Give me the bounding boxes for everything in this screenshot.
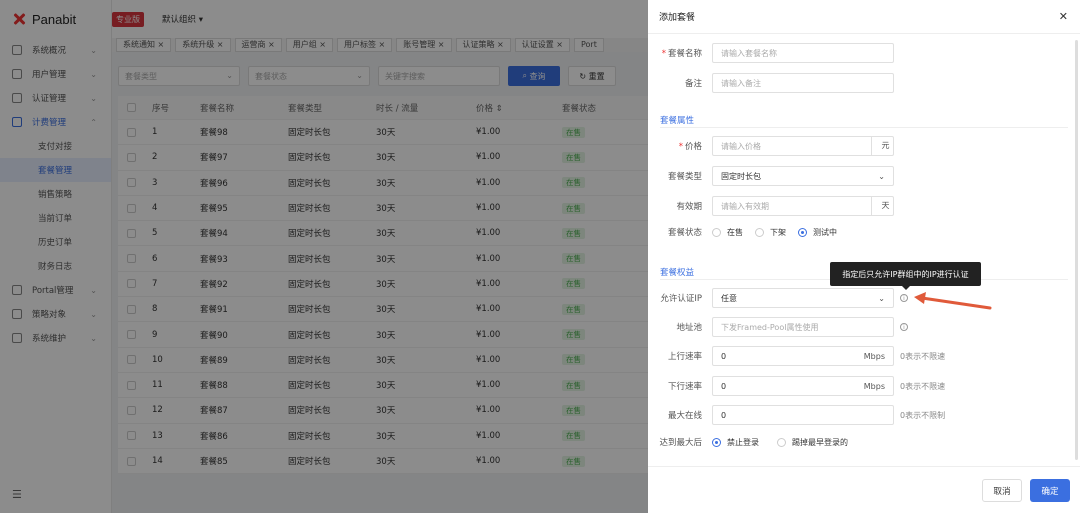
form-row-remark: 备注 请输入备注 <box>648 73 1080 93</box>
field-label: 地址池 <box>676 323 702 333</box>
hint-text: 0表示不限速 <box>900 351 946 361</box>
form-row-status: 套餐状态 在售 下架 测试中 <box>648 226 1080 238</box>
confirm-button[interactable]: 确定 <box>1030 479 1070 502</box>
status-radio-group: 在售 下架 测试中 <box>712 227 837 238</box>
max-online-input[interactable]: 0 <box>712 405 894 425</box>
price-input[interactable]: 请输入价格元 <box>712 136 894 156</box>
section-title-rights: 套餐权益 <box>660 268 695 278</box>
remark-input[interactable]: 请输入备注 <box>712 73 894 93</box>
form-row-max-online: 最大在线 0 0表示不限制 <box>648 405 1080 425</box>
info-icon[interactable]: i <box>900 294 908 302</box>
form-row-validity: 有效期 请输入有效期天 <box>648 196 1080 216</box>
download-rate-input[interactable]: 0 Mbps <box>712 376 894 396</box>
validity-unit: 天 <box>871 197 893 215</box>
rate-unit: Mbps <box>863 351 885 361</box>
tooltip: 指定后只允许IP群组中的IP进行认证 <box>830 262 981 290</box>
form-row-down-rate: 下行速率 0 Mbps 0表示不限速 <box>648 376 1080 396</box>
package-name-input[interactable]: 请输入套餐名称 <box>712 43 894 63</box>
field-label: 上行速率 <box>667 352 702 362</box>
drawer-header: 添加套餐 ✕ <box>648 0 1080 34</box>
package-type-select[interactable]: 固定时长包 ⌄ <box>712 166 894 186</box>
cancel-button[interactable]: 取消 <box>982 479 1022 502</box>
auth-ip-select[interactable]: 任意 ⌄ <box>712 288 894 308</box>
drawer-title: 添加套餐 <box>659 13 696 23</box>
price-unit: 元 <box>871 137 893 155</box>
address-pool-input[interactable]: 下发Framed-Pool属性使用 <box>712 317 894 337</box>
section-title-attributes: 套餐属性 <box>660 116 695 126</box>
info-icon[interactable]: i <box>900 323 908 331</box>
field-label: 备注 <box>684 79 702 89</box>
form-row-up-rate: 上行速率 0 Mbps 0表示不限速 <box>648 346 1080 366</box>
upload-rate-input[interactable]: 0 Mbps <box>712 346 894 366</box>
rate-unit: Mbps <box>863 381 885 391</box>
status-radio-on-sale[interactable]: 在售 <box>712 227 743 238</box>
field-label: 最大在线 <box>667 411 702 421</box>
close-icon[interactable]: ✕ <box>1059 10 1068 23</box>
radio-deny-login[interactable]: 禁止登录 <box>712 437 759 448</box>
section-divider <box>660 127 1068 128</box>
modal-overlay[interactable] <box>0 0 648 513</box>
status-radio-off-shelf[interactable]: 下架 <box>755 227 786 238</box>
field-label: * 价格 <box>678 142 702 152</box>
field-label: 达到最大后 <box>659 438 702 448</box>
annotation-arrow-icon <box>914 292 992 310</box>
field-label: 允许认证IP <box>660 294 702 304</box>
reach-max-radio-group: 禁止登录 踢掉最早登录的 <box>712 437 848 448</box>
field-label: 下行速率 <box>667 382 702 392</box>
hint-text: 0表示不限速 <box>900 381 946 391</box>
field-label: 套餐类型 <box>667 172 702 182</box>
form-row-reach-max: 达到最大后 禁止登录 踢掉最早登录的 <box>648 436 1080 448</box>
form-row-type: 套餐类型 固定时长包 ⌄ <box>648 166 1080 186</box>
add-package-drawer: 添加套餐 ✕ * 套餐名称 请输入套餐名称 备注 请输入备注 套餐属性 * 价格 请… <box>648 0 1080 513</box>
chevron-down-icon: ⌄ <box>878 171 885 181</box>
field-label: 套餐状态 <box>667 228 702 238</box>
validity-input[interactable]: 请输入有效期天 <box>712 196 894 216</box>
drawer-scrollbar[interactable] <box>1075 40 1078 460</box>
form-row-name: * 套餐名称 请输入套餐名称 <box>648 43 1080 63</box>
chevron-down-icon: ⌄ <box>878 293 885 303</box>
field-label: 有效期 <box>676 202 702 212</box>
radio-kick-earliest[interactable]: 踢掉最早登录的 <box>777 437 848 448</box>
hint-text: 0表示不限制 <box>900 410 946 420</box>
form-row-price: * 价格 请输入价格元 <box>648 136 1080 156</box>
field-label: * 套餐名称 <box>661 49 702 59</box>
status-radio-testing[interactable]: 测试中 <box>798 227 837 238</box>
form-row-auth-ip: 允许认证IP 任意 ⌄ i <box>648 288 1080 308</box>
form-row-pool: 地址池 下发Framed-Pool属性使用 i <box>648 317 1080 337</box>
